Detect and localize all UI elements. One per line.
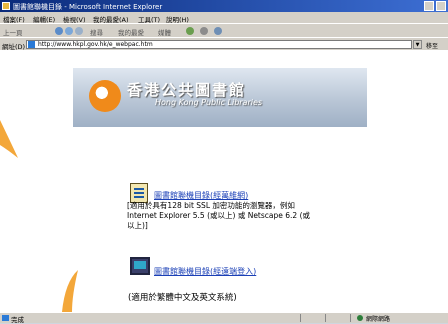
status-bar: 完成 網際網路 <box>0 312 448 324</box>
media-button[interactable]: 媒體 <box>158 27 171 37</box>
search-button[interactable]: 搜尋 <box>90 27 103 37</box>
banner-title-en: Hong Kong Public Libraries <box>155 98 263 107</box>
page-done-icon <box>2 315 9 321</box>
address-input[interactable]: http://www.hkpl.gov.hk/e_webpac.htm <box>26 40 412 49</box>
banner-title-cn: 香港公共圖書館 <box>127 81 247 99</box>
library-banner: 香港公共圖書館 Hong Kong Public Libraries <box>73 68 367 127</box>
refresh-icon[interactable] <box>65 27 73 35</box>
print-icon[interactable] <box>214 27 222 35</box>
stop-icon[interactable] <box>55 27 63 35</box>
window-title: 圖書館聯機目錄 - Microsoft Internet Explorer <box>13 3 163 11</box>
go-button[interactable]: 移至 <box>426 41 438 50</box>
status-divider <box>350 314 351 322</box>
catalog-web-icon[interactable] <box>130 183 148 203</box>
maximize-button[interactable] <box>436 1 446 11</box>
status-divider <box>325 314 326 322</box>
page-icon <box>28 41 35 48</box>
address-bar: 網址(D) http://www.hkpl.gov.hk/e_webpac.ht… <box>0 37 448 51</box>
favorites-button[interactable]: 我的最愛 <box>118 27 144 37</box>
status-divider <box>300 314 301 322</box>
internet-zone-icon <box>357 315 363 321</box>
mail-icon[interactable] <box>200 27 208 35</box>
title-bar: 圖書館聯機目錄 - Microsoft Internet Explorer <box>0 0 448 12</box>
address-dropdown-icon[interactable]: ▼ <box>413 40 422 49</box>
minimize-button[interactable] <box>424 1 434 11</box>
menu-bar: 檔案(F) 編輯(E) 檢視(V) 我的最愛(A) 工具(T) 說明(H) <box>0 12 448 24</box>
status-text: 完成 <box>11 316 24 324</box>
address-url[interactable]: http://www.hkpl.gov.hk/e_webpac.htm <box>38 41 153 48</box>
page-content: 香港公共圖書館 Hong Kong Public Libraries 圖書館聯機… <box>0 50 448 312</box>
hkpl-logo-icon <box>89 80 121 112</box>
history-icon[interactable] <box>186 27 194 35</box>
home-icon[interactable] <box>75 27 83 35</box>
ie-icon <box>2 2 10 10</box>
toolbar: 上一頁 搜尋 我的最愛 媒體 <box>0 23 448 38</box>
telnet-catalog-description: (適用於繁體中文及英文系統) <box>128 293 237 303</box>
telnet-catalog-link[interactable]: 圖書館聯機目錄(經遠端登入) <box>154 266 256 277</box>
terminal-icon[interactable] <box>130 257 150 275</box>
back-button[interactable]: 上一頁 <box>3 27 23 37</box>
orange-swirl-top <box>0 120 18 158</box>
web-catalog-description: [適用於具有128 bit SSL 加密功能的瀏覽器，例如 Internet E… <box>127 201 310 230</box>
orange-swirl-bottom <box>62 270 78 312</box>
web-catalog-link[interactable]: 圖書館聯機目錄(經萬維網) <box>154 190 248 201</box>
